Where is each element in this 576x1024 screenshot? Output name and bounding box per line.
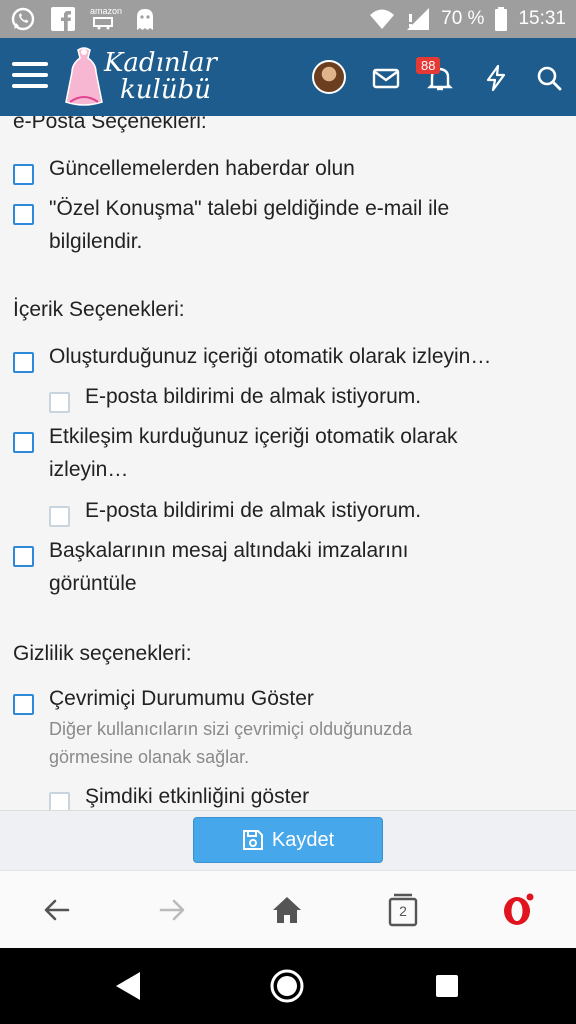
- app-bar: Kadınlar kulübü 88: [0, 38, 576, 116]
- suboption-label: E-posta bildirimi de almak istiyorum.: [85, 385, 422, 408]
- dress-logo-icon: [65, 47, 103, 106]
- lightning-icon[interactable]: [482, 64, 510, 92]
- option-label: Güncellemelerden haberdar olun: [49, 157, 355, 180]
- site-logo[interactable]: Kadınlar kulübü: [64, 46, 224, 110]
- amazon-label: amazon: [90, 6, 123, 16]
- system-navigation-bar: [0, 948, 576, 1024]
- tabs-count: 2: [399, 903, 407, 919]
- logo-text: Kadınlar kulübü: [104, 50, 217, 104]
- option-label-line-1: Başkalarının mesaj altındaki imzalarını: [49, 539, 409, 562]
- option-label-line-2: bilgilendir.: [49, 230, 143, 253]
- ghost-icon: [137, 9, 153, 30]
- nav-recents-icon[interactable]: [429, 968, 465, 1004]
- checkbox[interactable]: [13, 204, 34, 225]
- option-hint-line-1: Diğer kullanıcıların sizi çevrimiçi oldu…: [49, 719, 413, 739]
- save-button-label: Kaydet: [271, 828, 335, 851]
- mail-icon[interactable]: [372, 64, 400, 92]
- option-label-line-1: Etkileşim kurduğunuz içeriği otomatik ol…: [49, 425, 458, 448]
- checkbox[interactable]: [13, 164, 34, 185]
- opera-icon[interactable]: [500, 893, 534, 927]
- option-label: Oluşturduğunuz içeriği otomatik olarak i…: [49, 345, 492, 368]
- email-section-title: e-Posta Seçenekleri:: [13, 116, 207, 133]
- save-bar: Kaydet: [0, 810, 576, 870]
- option-show-signatures[interactable]: Başkalarının mesaj altındaki imzalarını …: [0, 534, 576, 600]
- option-label: Çevrimiçi Durumumu Göster: [49, 687, 314, 710]
- option-watch-created-content[interactable]: Oluşturduğunuz içeriği otomatik olarak i…: [0, 340, 576, 373]
- privacy-section-title: Gizlilik seçenekleri:: [13, 642, 192, 665]
- option-label-line-2: görüntüle: [49, 572, 137, 595]
- logo-line-1: Kadınlar: [104, 48, 217, 78]
- checkbox[interactable]: [49, 506, 70, 527]
- checkbox[interactable]: [13, 352, 34, 373]
- content-section-title: İçerik Seçenekleri:: [13, 298, 185, 321]
- checkbox[interactable]: [13, 694, 34, 715]
- suboption-label: E-posta bildirimi de almak istiyorum.: [85, 499, 422, 522]
- checkbox[interactable]: [49, 392, 70, 413]
- amazon-icon: amazon: [90, 6, 123, 32]
- status-bar: amazon 70 % 15:31: [0, 0, 576, 38]
- checkbox[interactable]: [13, 432, 34, 453]
- nav-home-icon[interactable]: [269, 968, 305, 1004]
- option-label-line-1: "Özel Konuşma" talebi geldiğinde e-mail …: [49, 197, 450, 220]
- suboption-show-activity[interactable]: Şimdiki etkinliğini göster: [0, 780, 576, 810]
- suboption-label: Şimdiki etkinliğini göster: [85, 785, 310, 808]
- browser-toolbar: 2: [0, 870, 576, 948]
- save-icon: [242, 830, 263, 850]
- option-private-conversation[interactable]: "Özel Konuşma" talebi geldiğinde e-mail …: [0, 192, 576, 258]
- home-icon[interactable]: [270, 893, 304, 927]
- checkbox[interactable]: [13, 546, 34, 567]
- suboption-email-created[interactable]: E-posta bildirimi de almak istiyorum.: [0, 380, 576, 413]
- suboption-email-interacted[interactable]: E-posta bildirimi de almak istiyorum.: [0, 494, 576, 527]
- facebook-icon: [51, 7, 75, 31]
- notification-badge: 88: [416, 57, 441, 74]
- battery-icon: [495, 7, 508, 31]
- whatsapp-icon: [11, 7, 35, 31]
- nav-back-icon[interactable]: [110, 968, 146, 1004]
- wifi-icon: [370, 9, 395, 29]
- battery-percentage: 70 %: [441, 8, 485, 29]
- option-watch-interacted-content[interactable]: Etkileşim kurduğunuz içeriği otomatik ol…: [0, 420, 576, 486]
- forward-icon[interactable]: [155, 893, 189, 927]
- save-button[interactable]: Kaydet: [193, 817, 383, 863]
- preferences-content[interactable]: e-Posta Seçenekleri: Güncellemelerden ha…: [0, 116, 576, 810]
- clock: 15:31: [518, 8, 566, 29]
- menu-icon[interactable]: [12, 62, 48, 92]
- logo-line-2: kulübü: [120, 75, 211, 105]
- option-label-line-2: izleyin…: [49, 458, 129, 481]
- tabs-icon[interactable]: 2: [386, 893, 420, 927]
- checkbox[interactable]: [49, 792, 70, 810]
- avatar[interactable]: [312, 60, 346, 94]
- option-show-online-status[interactable]: Çevrimiçi Durumumu Göster Diğer kullanıc…: [0, 682, 576, 771]
- signal-icon: [407, 8, 430, 30]
- option-updates[interactable]: Güncellemelerden haberdar olun: [0, 152, 576, 185]
- option-hint-line-2: görmesine olanak sağlar.: [49, 747, 250, 767]
- back-icon[interactable]: [40, 893, 74, 927]
- search-icon[interactable]: [535, 64, 563, 92]
